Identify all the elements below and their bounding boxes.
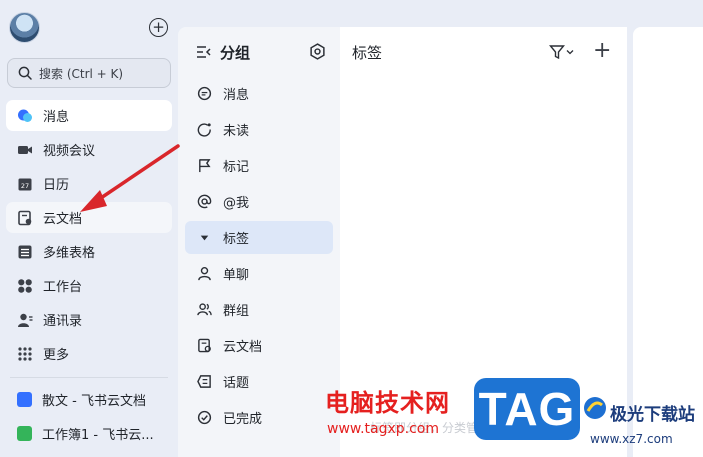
group-item-messages[interactable]: 消息 [185,77,333,110]
recent-doc-item[interactable]: 散文 - 飞书云文档 [6,386,172,413]
group-panel: 分组 消息 未读 标记 @我 标签 单聊 群组 云文档 话题 已完成 [178,27,340,457]
sidebar-item-workbench[interactable]: 工作台 [6,270,172,301]
detail-panel [633,27,703,457]
group-item-label: 群组 [223,304,250,319]
calendar-day: 27 [21,182,29,190]
add-icon[interactable]: + [149,18,168,37]
search-icon [18,66,32,80]
message-icon [197,86,212,101]
group-item-label: 消息 [223,88,250,103]
person-icon [197,266,212,281]
group-item-label: 未读 [223,124,250,139]
group-item-done[interactable]: 已完成 [185,401,333,434]
check-circle-icon [197,410,212,425]
contacts-icon [17,312,33,328]
search-input[interactable]: 搜索 (Ctrl + K) [7,58,171,88]
group-item-label: 云文档 [223,340,263,355]
filter-icon [549,45,565,60]
group-item-label: 单聊 [223,268,250,283]
table-icon [17,244,33,260]
group-item-label: @我 [223,196,250,211]
watermark-site2-url: www.xz7.com [590,432,673,446]
group-item-label: 标记 [223,160,250,175]
sidebar: + 搜索 (Ctrl + K) 消息 视频会议 27 日历 云文档 多维表格 工… [0,0,178,457]
group-list: 消息 未读 标记 @我 标签 单聊 群组 云文档 话题 已完成 [185,77,333,437]
dots-grid-icon [17,346,33,362]
calendar-icon: 27 [17,176,33,192]
group-item-unread[interactable]: 未读 [185,113,333,146]
watermark-site2-name: 极光下载站 [610,405,695,425]
topic-icon [197,374,212,389]
group-item-cloud-docs[interactable]: 云文档 [185,329,333,362]
collapse-menu-icon[interactable] [196,44,212,60]
group-item-flagged[interactable]: 标记 [185,149,333,182]
watermark-url: www.tagxp.com [327,421,439,437]
avatar[interactable] [9,12,40,43]
unread-icon [197,122,212,137]
chat-bubble-icon [17,108,33,124]
add-tag-button[interactable]: + [593,40,611,62]
gear-icon[interactable] [309,43,326,60]
search-placeholder: 搜索 (Ctrl + K) [39,66,124,81]
cloud-doc-icon [197,338,212,353]
group-panel-header: 分组 [196,40,326,64]
group-item-mentions[interactable]: @我 [185,185,333,218]
watermark-tag-logo: TAG [474,378,580,440]
chevron-down-icon [566,50,574,55]
group-item-label: 话题 [223,376,250,391]
sheet-icon [17,426,32,441]
group-panel-title: 分组 [220,43,251,62]
group-item-label: 已完成 [223,412,263,427]
group-item-groups[interactable]: 群组 [185,293,333,326]
group-item-direct-chats[interactable]: 单聊 [185,257,333,290]
group-item-topics[interactable]: 话题 [185,365,333,398]
sidebar-item-more[interactable]: 更多 [6,338,172,369]
group-item-label: 标签 [223,232,250,247]
sidebar-item-multi-table[interactable]: 多维表格 [6,236,172,267]
sidebar-item-messages[interactable]: 消息 [6,100,172,131]
recent-doc-label: 工作簿1 - 飞书云... [42,428,154,443]
at-icon [197,194,212,209]
divider [10,377,168,378]
recent-doc-item[interactable]: 工作簿1 - 飞书云... [6,420,172,447]
annotation-arrow [80,144,180,212]
sidebar-item-contacts[interactable]: 通讯录 [6,304,172,335]
recent-doc-label: 散文 - 飞书云文档 [42,394,146,409]
watermark-site-name: 电脑技术网 [325,389,450,417]
sidebar-item-label: 工作台 [43,280,83,295]
video-camera-icon [17,142,33,158]
doc-icon [17,392,32,407]
group-icon [197,302,212,317]
cloud-doc-icon [17,210,33,226]
aurora-logo-icon [584,397,606,419]
sidebar-item-label: 更多 [43,348,70,363]
caret-down-icon [197,230,212,245]
flag-icon [197,158,212,173]
content-title: 标签 [352,44,383,62]
filter-button[interactable] [549,43,577,61]
sidebar-item-label: 通讯录 [43,314,83,329]
group-item-tags[interactable]: 标签 [185,221,333,254]
sidebar-item-label: 多维表格 [43,246,96,261]
apps-grid-icon [17,278,33,294]
sidebar-item-label: 消息 [43,110,70,125]
sidebar-item-label: 日历 [43,178,70,193]
